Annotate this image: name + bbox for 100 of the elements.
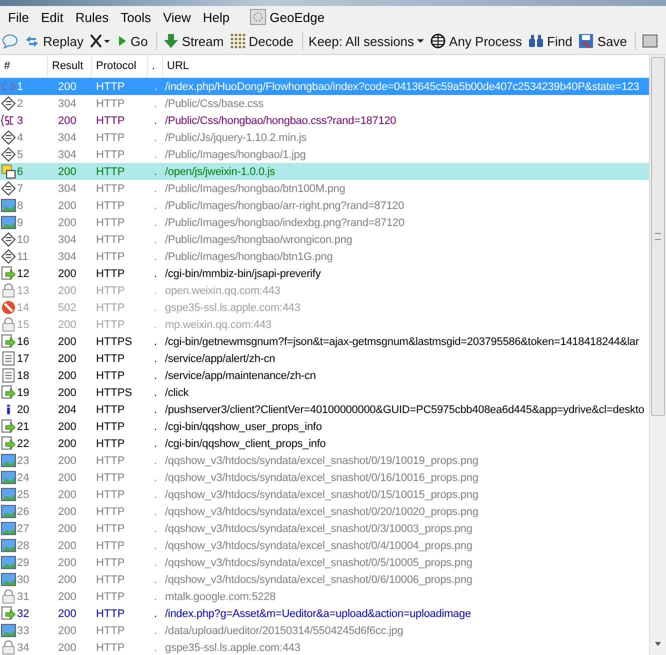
session-row[interactable]: 17 200 HTTP . /service/app/alert/zh-cn [0, 350, 649, 367]
session-row[interactable]: 19 200 HTTPS . /click [0, 384, 649, 401]
host-cell-text: . [153, 438, 158, 450]
protocol-cell-text: HTTP [95, 80, 126, 92]
session-row[interactable]: 12 200 HTTP . /cgi-bin/mmbiz-bin/jsapi-preverify [0, 265, 649, 282]
play-icon [117, 33, 128, 49]
session-row[interactable]: 7 304 HTTP . /Public/Images/hongbao/btn100M.png [0, 180, 649, 197]
session-row[interactable]: 2 304 HTTP . /Public/Css/base.css [0, 95, 649, 112]
url-cell-text: /Public/Images/hongbao/btn1G.png [164, 250, 334, 262]
menu-item[interactable]: Edit [34, 10, 70, 24]
protocol-cell-text: HTTP [95, 114, 126, 126]
session-row[interactable]: 25 200 HTTP . /qqshow_v3/htdocs/syndata/excel_snashot/0/15/10015_props.png [0, 486, 649, 503]
session-row[interactable]: 20 204 HTTP . /pushserver3/client?ClientVer=40100000000&GUID=PC5975cbb408ea6d445&app=ydrive&cl=deskto [0, 401, 649, 418]
toolbar-button[interactable]: Any Process [428, 33, 526, 49]
host-cell-text: . [153, 454, 158, 466]
toolbar-button[interactable]: Decode [228, 33, 298, 49]
toolbar-button[interactable]: Go [115, 33, 152, 49]
session-row[interactable]: 16 200 HTTPS . /cgi-bin/getnewmsgnum?f=json&t=ajax-getmsgnum&lastmsgid=203795586&token=1418418244&lar [0, 333, 649, 350]
picture-icon [1, 453, 16, 468]
session-row[interactable]: 22 200 HTTP . /cgi-bin/qqshow_client_props_info [0, 435, 649, 452]
result-cell-text: 502 [57, 302, 78, 314]
menu-item[interactable]: Rules [69, 10, 115, 24]
result-cell-text: 200 [57, 506, 78, 518]
host-cell-text: . [153, 200, 158, 212]
picture-icon [1, 555, 16, 570]
session-number: 10 [17, 234, 30, 246]
toolbar-button[interactable]: Keep: All sessions [306, 34, 428, 48]
menu-item[interactable]: Tools [114, 10, 157, 24]
session-number: 17 [17, 352, 30, 364]
session-row[interactable]: 4 304 HTTP . /Public/Js/jquery-1.10.2.min.js [0, 129, 649, 146]
menu-item[interactable]: File [2, 10, 35, 24]
column-header[interactable]: URL [163, 55, 649, 77]
session-row[interactable]: 3 200 HTTP . /Public/Css/hongbao/hongbao.css?rand=187120 [0, 112, 649, 129]
session-row[interactable]: 30 200 HTTP . /qqshow_v3/htdocs/syndata/excel_snashot/0/6/10006_props.png [0, 571, 649, 588]
column-header[interactable]: # [0, 55, 48, 77]
session-row[interactable]: 5 304 HTTP . /Public/Images/hongbao/1.jpg [0, 146, 649, 163]
session-number: 1 [17, 80, 24, 92]
protocol-cell-text: HTTP [95, 98, 126, 110]
protocol-cell-text: HTTP [95, 302, 126, 314]
host-cell-text: . [153, 488, 158, 500]
url-cell-text: open.weixin.qq.com:443 [164, 284, 282, 296]
session-number: 15 [17, 318, 30, 330]
column-header[interactable]: . [148, 55, 163, 77]
result-cell-text: 200 [57, 318, 78, 330]
menu-item[interactable]: Help [196, 10, 236, 24]
session-row[interactable]: 8 200 HTTP . /Public/Images/hongbao/arr-right.png?rand=87120 [0, 197, 649, 214]
host-cell-text: . [153, 522, 158, 534]
result-cell-text: 200 [57, 336, 78, 348]
result-cell-text: 200 [57, 556, 78, 568]
session-row[interactable]: 33 200 HTTP . /data/upload/ueditor/20150314/5504245d6f6cc.jpg [0, 622, 649, 639]
menu-item[interactable]: View [156, 10, 197, 24]
column-header[interactable]: Protocol [92, 55, 148, 77]
url-cell-text: /index.php?g=Asset&m=Ueditor&a=upload&action=uploadimage [164, 608, 472, 620]
binoculars-icon [528, 33, 544, 49]
url-cell-text: /qqshow_v3/htdocs/syndata/excel_snashot/0/4/10004_props.png [164, 540, 474, 552]
host-cell-text: . [153, 608, 158, 620]
url-cell-text: /qqshow_v3/htdocs/syndata/excel_snashot/0/15/10015_props.png [164, 488, 480, 500]
column-header[interactable]: Result [48, 55, 92, 77]
session-number: 25 [17, 488, 30, 500]
session-row[interactable]: 27 200 HTTP . /qqshow_v3/htdocs/syndata/excel_snashot/0/3/10003_props.png [0, 520, 649, 537]
scrollbar[interactable] [649, 55, 666, 655]
url-cell-text: /data/upload/ueditor/20150314/5504245d6f6cc.jpg [164, 624, 404, 636]
session-row[interactable]: 24 200 HTTP . /qqshow_v3/htdocs/syndata/excel_snashot/0/16/10016_props.png [0, 469, 649, 486]
toolbar-button[interactable]: Replay [22, 33, 88, 49]
session-number: 19 [17, 386, 30, 398]
session-row[interactable]: 31 200 HTTP . mtalk.google.com:5228 [0, 588, 649, 605]
session-row[interactable]: 11 304 HTTP . /Public/Images/hongbao/btn1G.png [0, 248, 649, 265]
protocol-cell-text: HTTP [95, 590, 126, 602]
menu-item[interactable]: GeoEdge [236, 9, 331, 25]
session-row[interactable]: 18 200 HTTP . /service/app/maintenance/zh-cn [0, 367, 649, 384]
session-number: 6 [17, 166, 24, 178]
toolbar-button[interactable]: Find [526, 33, 576, 49]
session-number: 26 [17, 506, 30, 518]
toolbar-button[interactable]: Save [576, 33, 631, 49]
session-number: 16 [17, 336, 30, 348]
result-cell-text: 304 [57, 234, 78, 246]
session-row[interactable]: 9 200 HTTP . /Public/Images/hongbao/indexbg.png?rand=87120 [0, 214, 649, 231]
protocol-cell-text: HTTP [95, 540, 126, 552]
host-cell-text: . [153, 250, 158, 262]
result-cell-text: 200 [57, 386, 78, 398]
session-row[interactable]: 23 200 HTTP . /qqshow_v3/htdocs/syndata/excel_snashot/0/19/10019_props.png [0, 452, 649, 469]
session-row[interactable]: 32 200 HTTP . /index.php?g=Asset&m=Ueditor&a=upload&action=uploadimage [0, 605, 649, 622]
host-cell-text: . [153, 352, 158, 364]
session-row[interactable]: 28 200 HTTP . /qqshow_v3/htdocs/syndata/excel_snashot/0/4/10004_props.png [0, 537, 649, 554]
session-row[interactable]: 34 200 HTTP . gspe35-ssl.ls.apple.com:443 [0, 639, 649, 655]
session-number: 30 [17, 574, 30, 586]
protocol-cell-text: HTTP [95, 318, 126, 330]
host-cell-text: . [153, 642, 158, 654]
session-row[interactable]: 26 200 HTTP . /qqshow_v3/htdocs/syndata/excel_snashot/0/20/10020_props.png [0, 503, 649, 520]
url-cell-text: gspe35-ssl.ls.apple.com:443 [164, 302, 302, 314]
host-cell-text: . [153, 216, 158, 228]
session-row[interactable]: 6 200 HTTP . /open/js/jweixin-1.0.0.js [0, 163, 649, 180]
session-row[interactable]: 21 200 HTTP . /cgi-bin/qqshow_user_props_info [0, 418, 649, 435]
url-cell-text: /qqshow_v3/htdocs/syndata/excel_snashot/0/6/10006_props.png [164, 574, 474, 586]
session-number: 11 [17, 250, 28, 262]
session-row[interactable]: 29 200 HTTP . /qqshow_v3/htdocs/syndata/excel_snashot/0/5/10005_props.png [0, 554, 649, 571]
scroll-thumb[interactable] [651, 57, 665, 416]
session-number: 7 [17, 182, 24, 194]
session-row[interactable]: 10 304 HTTP . /Public/Images/hongbao/wrongicon.png [0, 231, 649, 248]
toolbar-button[interactable]: Stream [160, 33, 228, 49]
